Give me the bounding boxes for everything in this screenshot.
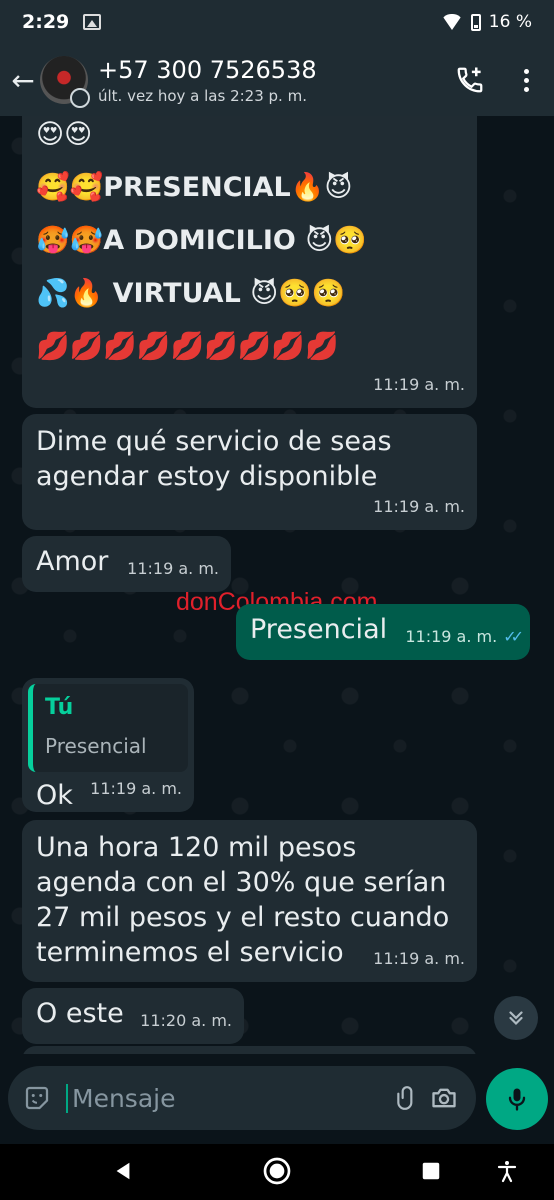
battery-icon: [470, 13, 481, 31]
message-line: 💋💋💋💋💋💋💋💋💋: [36, 331, 339, 362]
chat-area[interactable]: 😍😍 🥰🥰PRESENCIAL🔥😈 🥵🥵A DOMICILIO 😈🥺 💦🔥 VI…: [0, 116, 554, 1054]
message-time: 11:20 a. m.: [140, 1011, 232, 1030]
message-line: 🥰🥰PRESENCIAL🔥😈: [36, 172, 353, 203]
status-bar: 2:29 16 %: [0, 0, 554, 44]
nav-back-icon[interactable]: [108, 1156, 138, 1186]
nav-home-icon[interactable]: [260, 1154, 294, 1188]
message-bubble-partial[interactable]: [22, 1046, 477, 1054]
message-text: Dime qué servicio de seas agendar estoy …: [36, 426, 392, 492]
message-time: 11:19 a. m.: [405, 627, 498, 646]
paperclip-icon[interactable]: [389, 1074, 426, 1122]
wifi-icon: [440, 14, 463, 30]
mic-icon[interactable]: [486, 1068, 548, 1130]
message-bubble[interactable]: Tú Presencial Ok 11:19 a. m.: [22, 678, 194, 812]
message-time: 11:19 a. m.: [127, 559, 219, 578]
add-call-icon[interactable]: [442, 52, 498, 108]
message-bubble[interactable]: Una hora 120 mil pesos agenda con el 30%…: [22, 820, 477, 982]
chat-header: ← +57 300 7526538 últ. vez hoy a las 2:2…: [0, 44, 554, 116]
timer-badge-icon: [70, 88, 90, 108]
message-input-container[interactable]: [8, 1066, 476, 1130]
message-bubble[interactable]: 😍😍 🥰🥰PRESENCIAL🔥😈 🥵🥵A DOMICILIO 😈🥺 💦🔥 VI…: [22, 116, 477, 408]
message-line: 💦🔥 VIRTUAL 😈🥺🥺: [36, 278, 346, 309]
quoted-message[interactable]: Tú Presencial: [28, 684, 188, 772]
quote-author: Tú: [45, 695, 74, 720]
battery-percent: 16 %: [488, 12, 532, 32]
camera-icon[interactable]: [426, 1074, 463, 1122]
message-bubble-outgoing[interactable]: Presencial 11:19 a. m. ✓✓: [236, 604, 530, 660]
message-bubble[interactable]: O este 11:20 a. m.: [22, 988, 244, 1044]
message-time: 11:19 a. m.: [90, 779, 182, 798]
contact-info[interactable]: +57 300 7526538 últ. vez hoy a las 2:23 …: [98, 56, 442, 105]
message-meta: 11:19 a. m. ✓✓: [405, 619, 524, 654]
system-nav-bar: [0, 1144, 554, 1200]
avatar[interactable]: [40, 56, 90, 108]
status-right: 16 %: [440, 12, 532, 32]
message-time: 11:19 a. m.: [373, 949, 465, 968]
sticker-icon[interactable]: [22, 1082, 52, 1114]
message-time: 11:19 a. m.: [373, 375, 465, 394]
double-check-icon: ✓✓: [503, 627, 524, 646]
more-vertical-icon[interactable]: [498, 52, 554, 108]
status-time: 2:29: [22, 11, 70, 33]
message-line: 🥵🥵A DOMICILIO 😈🥺: [36, 225, 368, 256]
nav-recents-icon[interactable]: [416, 1156, 446, 1186]
last-seen: últ. vez hoy a las 2:23 p. m.: [98, 86, 307, 105]
quote-text: Presencial: [45, 734, 147, 758]
compose-bar: [0, 1054, 554, 1144]
gallery-notification-icon: [83, 14, 102, 30]
message-line: 😍😍: [36, 119, 93, 150]
message-bubble[interactable]: Amor 11:19 a. m.: [22, 536, 231, 592]
message-input[interactable]: [66, 1083, 389, 1113]
contact-name: +57 300 7526538: [98, 55, 317, 84]
message-time: 11:19 a. m.: [373, 497, 465, 516]
message-bubble[interactable]: Dime qué servicio de seas agendar estoy …: [22, 414, 477, 530]
chevrons-down-icon[interactable]: [494, 996, 538, 1040]
accessibility-icon[interactable]: [492, 1154, 522, 1188]
arrow-left-icon[interactable]: ←: [8, 60, 38, 100]
